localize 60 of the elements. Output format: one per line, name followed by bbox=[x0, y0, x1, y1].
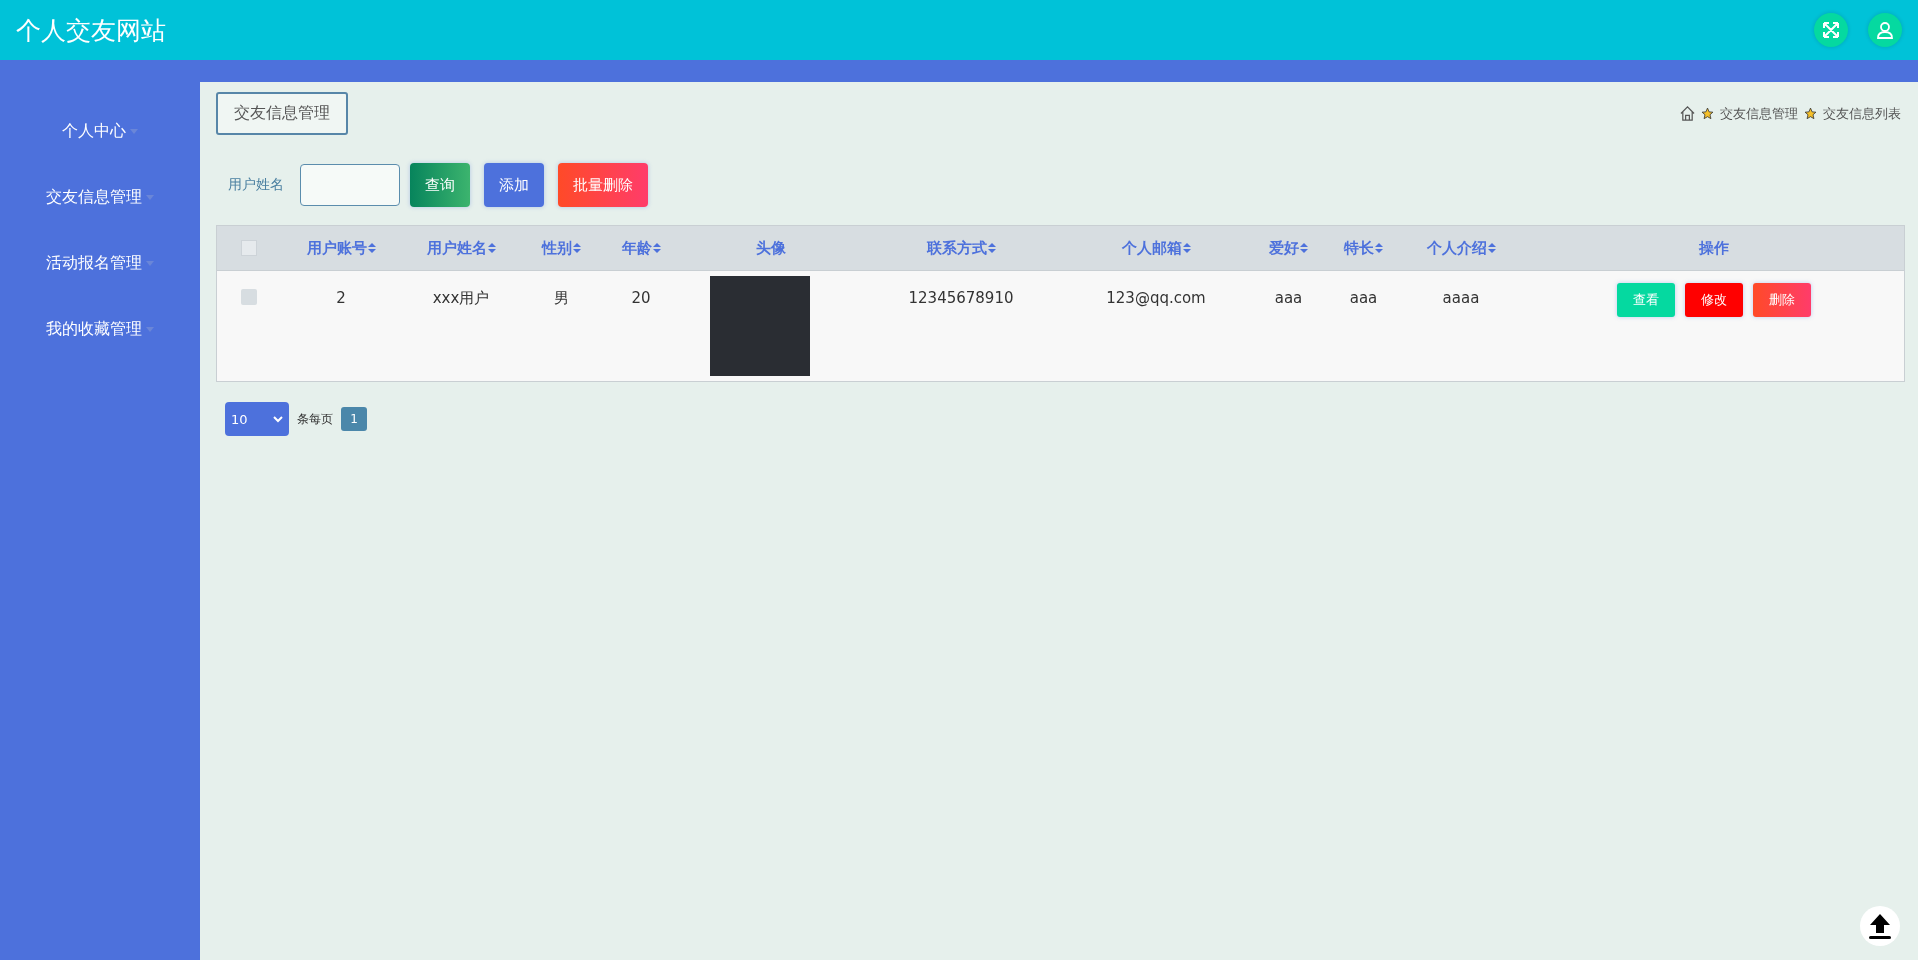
sort-icon[interactable] bbox=[987, 242, 996, 254]
sort-icon[interactable] bbox=[1375, 242, 1383, 254]
add-button[interactable]: 添加 bbox=[484, 163, 544, 207]
delete-button[interactable]: 删除 bbox=[1752, 283, 1811, 317]
caret-icon bbox=[146, 194, 154, 200]
star-icon bbox=[1804, 107, 1817, 120]
star-icon bbox=[1701, 107, 1714, 120]
column-header: 用户账号 bbox=[306, 238, 367, 258]
caret-icon bbox=[146, 260, 154, 266]
user-icon[interactable] bbox=[1868, 13, 1902, 47]
sort-icon[interactable] bbox=[1182, 242, 1191, 254]
search-button[interactable]: 查询 bbox=[410, 163, 470, 207]
column-header: 爱好 bbox=[1269, 238, 1299, 258]
delete-button[interactable]: 批量删除 bbox=[558, 163, 648, 207]
home-icon[interactable] bbox=[1680, 106, 1695, 121]
sidebar-item[interactable]: 我的收藏管理 bbox=[46, 318, 142, 340]
table-cell: xxx用户 bbox=[432, 289, 490, 307]
breadcrumb-item[interactable]: 交友信息管理 bbox=[1720, 104, 1798, 123]
sort-icon[interactable] bbox=[367, 242, 376, 254]
column-header: 联系方式 bbox=[926, 238, 987, 258]
sort-icon[interactable] bbox=[1487, 242, 1496, 254]
table-cell: aaa bbox=[1274, 289, 1303, 307]
table-cell: 123@qq.com bbox=[1106, 289, 1206, 307]
sidebar-item[interactable]: 个人中心 bbox=[62, 120, 126, 142]
column-header: 个人邮箱 bbox=[1121, 238, 1182, 258]
page-size-select[interactable]: 10 bbox=[225, 402, 289, 436]
per-page-label: 条每页 bbox=[297, 410, 333, 428]
sort-icon[interactable] bbox=[652, 242, 661, 254]
column-header: 特长 bbox=[1344, 238, 1374, 258]
sidebar-item[interactable]: 交友信息管理 bbox=[46, 186, 142, 208]
back-to-top-icon[interactable] bbox=[1860, 906, 1900, 946]
field-label: 用户姓名 bbox=[228, 176, 284, 194]
column-header: 用户姓名 bbox=[426, 238, 487, 258]
column-header: 操作 bbox=[1698, 238, 1729, 258]
sidebar-item[interactable]: 活动报名管理 bbox=[46, 252, 142, 274]
sort-icon[interactable] bbox=[487, 242, 496, 254]
sort-icon[interactable] bbox=[1300, 242, 1308, 254]
table-cell: 12345678910 bbox=[908, 289, 1014, 307]
edit-button[interactable]: 修改 bbox=[1684, 283, 1743, 317]
table-cell: 2 bbox=[336, 289, 346, 307]
table-cell: 男 bbox=[553, 289, 569, 307]
column-header: 性别 bbox=[541, 238, 572, 258]
row-checkbox[interactable] bbox=[241, 289, 257, 305]
table-cell: 20 bbox=[631, 289, 651, 307]
sort-icon[interactable] bbox=[572, 242, 581, 254]
table-cell: aaa bbox=[1349, 289, 1378, 307]
page-title: 交友信息管理 bbox=[216, 92, 348, 135]
table-cell: aaaa bbox=[1442, 289, 1480, 307]
chevron-icon bbox=[273, 415, 283, 423]
column-header: 个人介绍 bbox=[1426, 238, 1487, 258]
site-title: 个人交友网站 bbox=[16, 14, 166, 47]
column-header: 头像 bbox=[756, 238, 786, 258]
column-header: 年龄 bbox=[621, 238, 652, 258]
page-button[interactable]: 1 bbox=[341, 407, 367, 431]
caret-icon bbox=[146, 326, 154, 332]
input-field[interactable] bbox=[300, 164, 400, 206]
fullscreen-icon[interactable] bbox=[1814, 13, 1848, 47]
breadcrumb-item[interactable]: 交友信息列表 bbox=[1823, 104, 1901, 123]
caret-icon bbox=[130, 128, 138, 134]
select-all-checkbox[interactable] bbox=[241, 240, 257, 256]
